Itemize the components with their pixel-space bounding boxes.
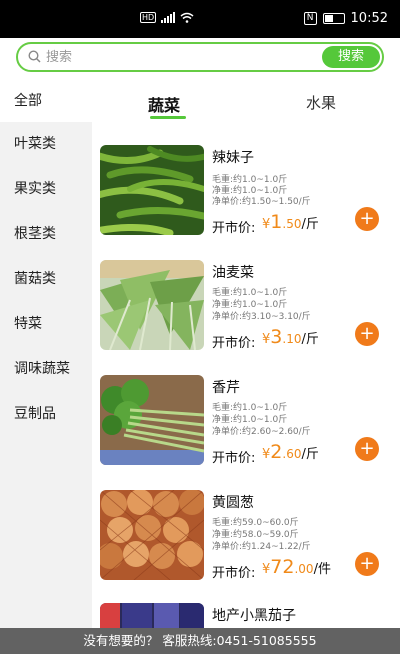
product-image[interactable] (100, 603, 204, 628)
product-price: ¥72.00/件 (262, 556, 331, 578)
sidebar-item-root[interactable]: 根茎类 (0, 212, 92, 257)
search-button[interactable]: 搜索 (322, 46, 380, 68)
sidebar-item-fruit-veg[interactable]: 果实类 (0, 167, 92, 212)
product-card[interactable]: 油麦菜 毛重:约1.0~1.0斤 净重:约1.0~1.0斤 净单价:约3.10~… (92, 260, 400, 374)
product-price: ¥2.60/斤 (262, 441, 319, 463)
sidebar-item-leafy[interactable]: 叶菜类 (0, 122, 92, 167)
product-name: 香芹 (212, 380, 240, 396)
product-name: 油麦菜 (212, 265, 254, 281)
search-input[interactable] (46, 47, 316, 67)
add-to-cart-button[interactable]: + (355, 207, 379, 231)
price-label: 开市价: (212, 451, 256, 466)
active-tab-indicator (150, 116, 186, 119)
product-name: 辣妹子 (212, 150, 254, 166)
sidebar-item-mushroom[interactable]: 菌菇类 (0, 257, 92, 302)
battery-icon (322, 13, 345, 24)
search-icon (28, 50, 41, 63)
sidebar-item-seasoning[interactable]: 调味蔬菜 (0, 347, 92, 392)
net-unit-price: 净单价:约3.10~3.10/斤 (212, 312, 311, 322)
tab-bar: 蔬菜 水果 (92, 80, 400, 122)
wifi-icon (180, 12, 194, 23)
signal-icon (161, 12, 176, 23)
add-to-cart-button[interactable]: + (355, 322, 379, 346)
product-image[interactable] (100, 375, 204, 465)
product-price: ¥3.10/斤 (262, 326, 319, 348)
hd-icon: HD (140, 12, 157, 23)
net-unit-price: 净单价:约1.50~1.50/斤 (212, 197, 311, 207)
product-image[interactable] (100, 260, 204, 350)
tab-vegetables[interactable]: 蔬菜 (148, 92, 180, 116)
price-label: 开市价: (212, 221, 256, 236)
nfc-icon: N (303, 12, 317, 25)
sidebar-item-special[interactable]: 特菜 (0, 302, 92, 347)
product-name: 黄圆葱 (212, 495, 254, 511)
net-unit-price: 净单价:约2.60~2.60/斤 (212, 427, 311, 437)
product-card[interactable]: 黄圆葱 毛重:约59.0~60.0斤 净重:约58.0~59.0斤 净单价:约1… (92, 490, 400, 604)
tab-fruits[interactable]: 水果 (306, 92, 336, 113)
price-label: 开市价: (212, 566, 256, 581)
product-name: 地产小黑茄子 (212, 608, 296, 624)
product-image[interactable] (100, 490, 204, 580)
product-price: ¥1.50/斤 (262, 211, 319, 233)
net-unit-price: 净单价:约1.24~1.22/斤 (212, 542, 311, 552)
product-card[interactable]: 地产小黑茄子 (92, 603, 400, 628)
clock: 10:52 (350, 11, 388, 26)
product-card[interactable]: 辣妹子 毛重:约1.0~1.0斤 净重:约1.0~1.0斤 净单价:约1.50~… (92, 145, 400, 259)
sidebar-item-tofu[interactable]: 豆制品 (0, 392, 92, 437)
customer-service-banner[interactable]: 没有想要的？ 客服热线:0451-51085555 (0, 628, 400, 654)
price-label: 开市价: (212, 336, 256, 351)
product-image[interactable] (100, 145, 204, 235)
search-bar: 搜索 (16, 42, 384, 72)
sidebar-item-all[interactable]: 全部 (0, 80, 92, 122)
add-to-cart-button[interactable]: + (355, 437, 379, 461)
product-card[interactable]: 香芹 毛重:约1.0~1.0斤 净重:约1.0~1.0斤 净单价:约2.60~2… (92, 375, 400, 489)
add-to-cart-button[interactable]: + (355, 552, 379, 576)
category-sidebar: 全部 叶菜类 果实类 根茎类 菌菇类 特菜 调味蔬菜 豆制品 (0, 80, 92, 628)
status-bar: HD N 10:52 (0, 0, 400, 38)
